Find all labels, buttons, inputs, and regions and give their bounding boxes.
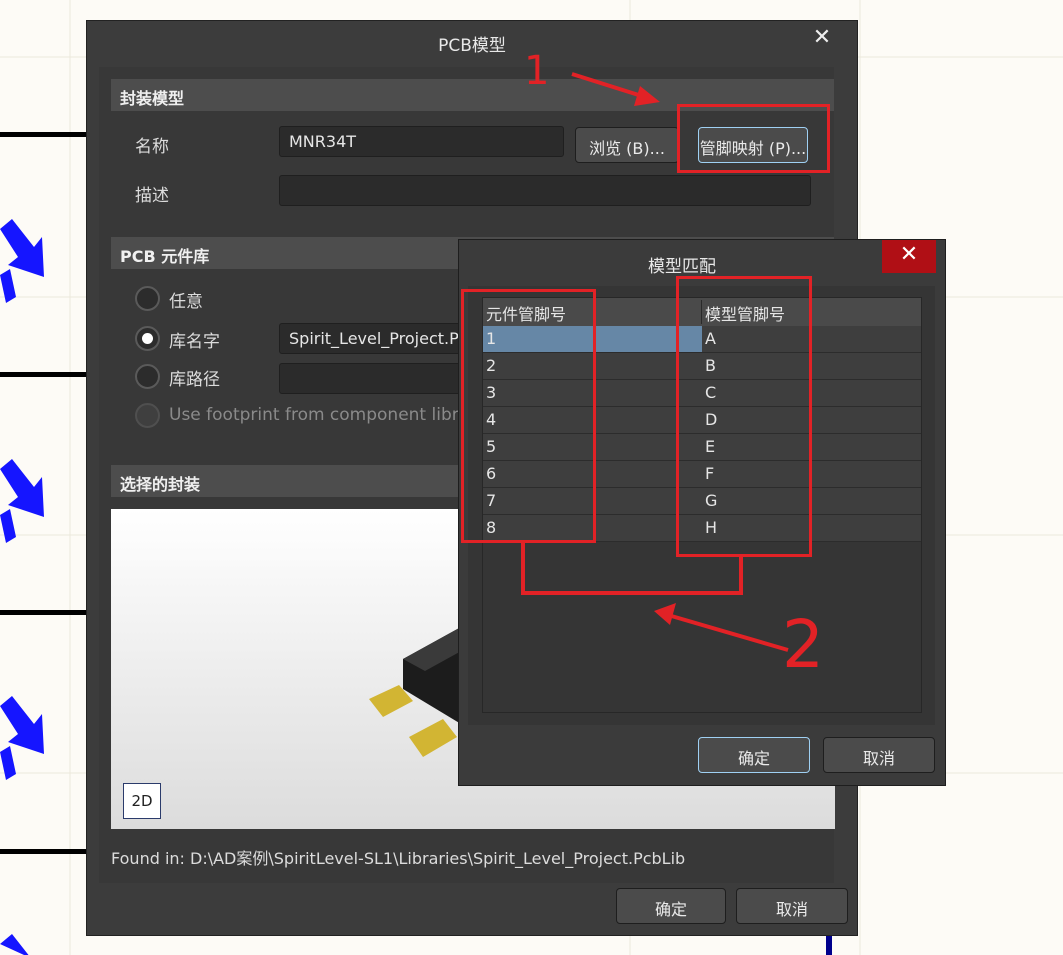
found-in-path: Found in: D:\AD案例\SpiritLevel-SL1\Librar… <box>111 849 686 868</box>
dialog-title: PCB模型 <box>438 36 506 56</box>
radio-any-label: 任意 <box>169 292 203 312</box>
close-icon[interactable]: ✕ <box>882 240 936 273</box>
ok-button[interactable]: 确定 <box>698 737 810 773</box>
dialog-title: 模型匹配 <box>648 257 716 277</box>
annotation-step-2: 2 <box>782 606 824 683</box>
schematic-wire <box>0 372 88 377</box>
net-arrow-icon <box>0 934 29 955</box>
net-arrow-icon <box>0 459 44 543</box>
annotation-bracket <box>521 591 743 595</box>
radio-library-name[interactable] <box>135 326 160 351</box>
radio-library-path-label: 库路径 <box>169 370 220 390</box>
annotation-box-component-pins <box>461 289 596 543</box>
cancel-button[interactable]: 取消 <box>823 737 935 773</box>
name-field[interactable]: MNR34T <box>279 126 564 157</box>
net-arrow-icon <box>0 696 44 780</box>
schematic-wire <box>0 849 88 854</box>
annotation-box-pin-map-button <box>677 104 830 173</box>
annotation-box-model-pins <box>676 276 812 557</box>
radio-library-path[interactable] <box>135 364 160 389</box>
library-path-field[interactable] <box>279 363 469 394</box>
name-label: 名称 <box>135 137 169 157</box>
description-field[interactable] <box>279 175 811 206</box>
schematic-wire <box>0 132 88 137</box>
radio-use-footprint-label: Use footprint from component library <box>169 405 487 425</box>
cancel-button[interactable]: 取消 <box>736 888 848 924</box>
radio-any[interactable] <box>135 286 160 311</box>
radio-library-name-label: 库名字 <box>169 332 220 352</box>
view-2d-button[interactable]: 2D <box>123 783 161 819</box>
description-label: 描述 <box>135 186 169 206</box>
annotation-bracket <box>739 555 743 595</box>
annotation-step-1: 1 <box>524 48 550 94</box>
close-icon[interactable]: ✕ <box>811 25 833 51</box>
schematic-wire <box>0 610 88 615</box>
annotation-bracket <box>521 541 525 595</box>
ok-button[interactable]: 确定 <box>616 888 726 924</box>
schematic-wire-blue <box>826 935 832 955</box>
radio-use-footprint[interactable] <box>135 403 160 428</box>
browse-button[interactable]: 浏览 (B)... <box>575 127 679 163</box>
library-name-field[interactable]: Spirit_Level_Project.PcbLib <box>279 323 469 354</box>
net-arrow-icon <box>0 219 44 303</box>
